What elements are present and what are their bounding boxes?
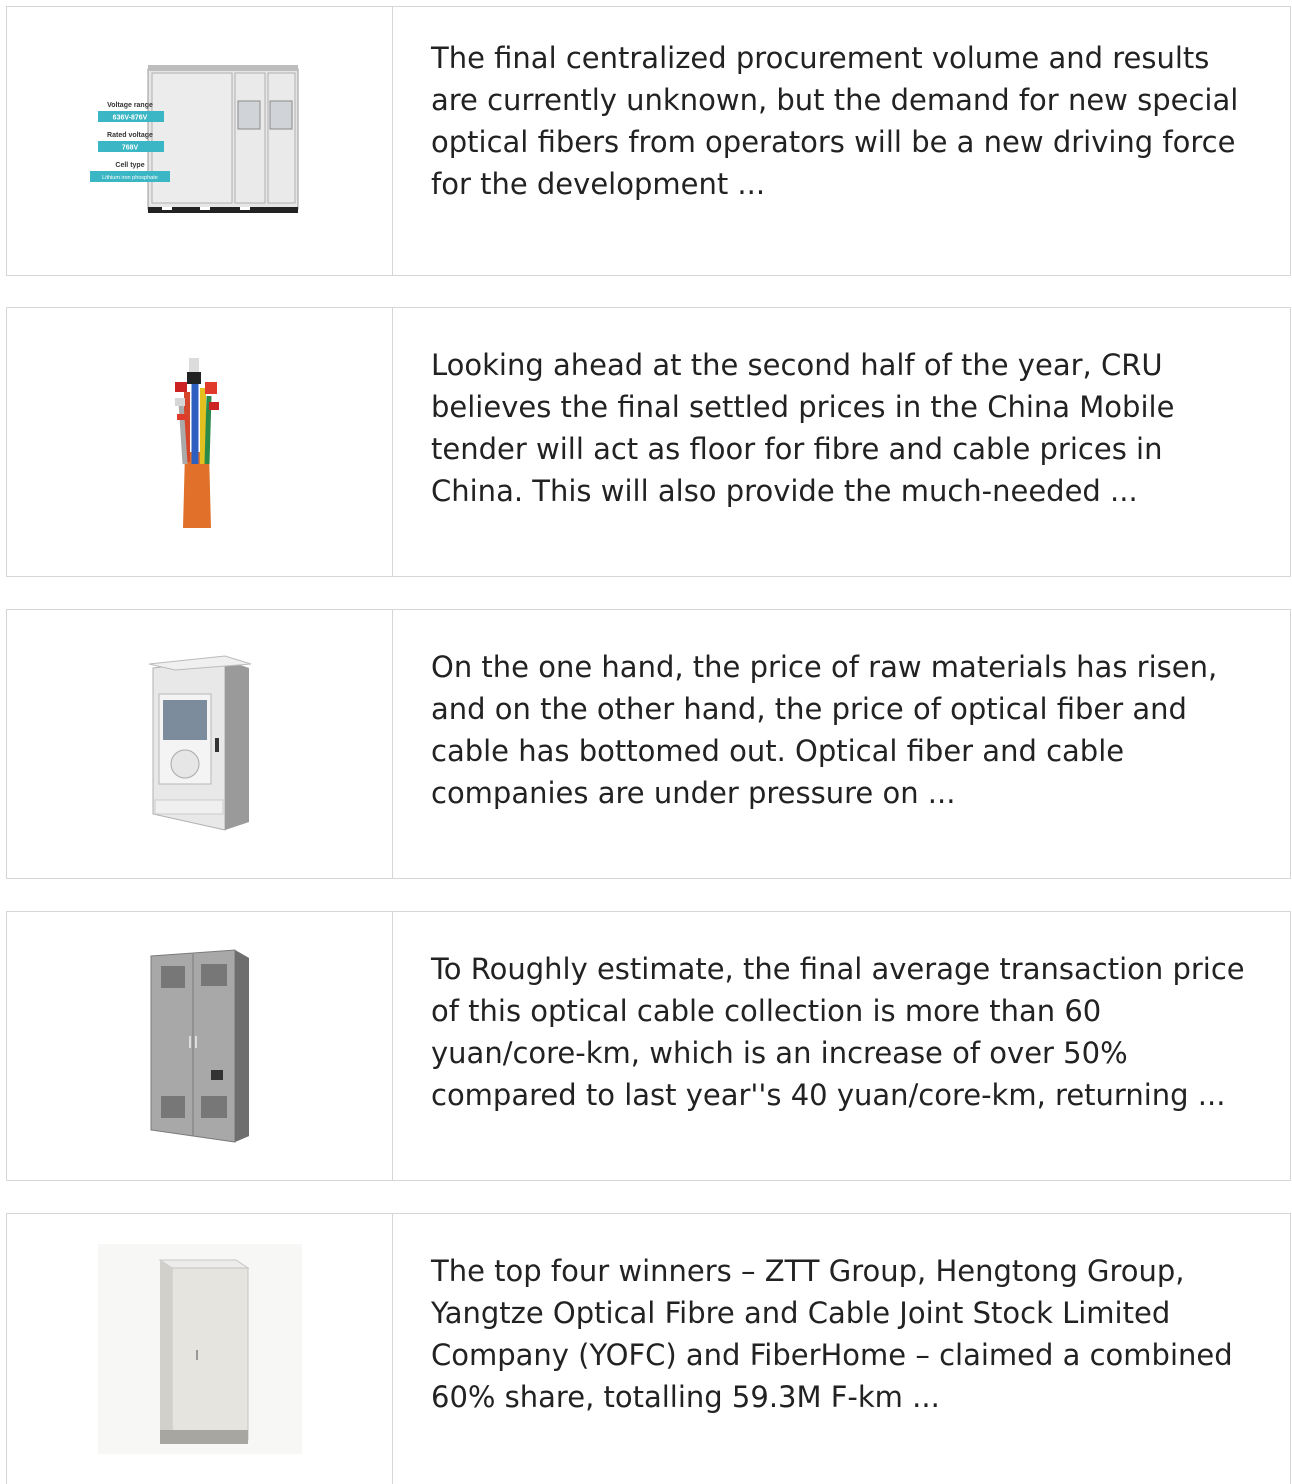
article-excerpt[interactable]: To Roughly estimate, the final average t… [393, 912, 1290, 1180]
article-card[interactable]: To Roughly estimate, the final average t… [6, 911, 1291, 1181]
voltage-range-label: Voltage range [107, 102, 153, 109]
article-thumbnail[interactable] [7, 912, 393, 1180]
article-thumbnail[interactable]: Voltage range 636V-876V Rated voltage 76… [7, 7, 393, 275]
double-door-cabinet-image [150, 949, 249, 1143]
rated-voltage-label: Rated voltage [107, 132, 153, 139]
voltage-range-value: 636V-876V [112, 115, 147, 122]
cable-bundle-image [174, 358, 219, 528]
battery-cabinet-image: Voltage range 636V-876V Rated voltage 76… [89, 65, 298, 213]
article-thumbnail[interactable] [7, 1214, 393, 1484]
article-excerpt[interactable]: Looking ahead at the second half of the … [393, 308, 1290, 576]
cell-type-label: Cell type [115, 162, 144, 169]
outdoor-cabinet-with-ac-image [148, 655, 251, 831]
article-card[interactable]: The top four winners – ZTT Group, Hengto… [6, 1213, 1291, 1484]
article-card[interactable]: Looking ahead at the second half of the … [6, 307, 1291, 577]
article-thumbnail[interactable] [7, 308, 393, 576]
article-excerpt[interactable]: On the one hand, the price of raw materi… [393, 610, 1290, 878]
article-thumbnail[interactable] [7, 610, 393, 878]
article-excerpt[interactable]: The top four winners – ZTT Group, Hengto… [393, 1214, 1290, 1484]
rated-voltage-value: 768V [121, 145, 138, 152]
cell-type-value: Lithium iron phosphate [102, 175, 158, 181]
article-card[interactable]: On the one hand, the price of raw materi… [6, 609, 1291, 879]
article-excerpt[interactable]: The final centralized procurement volume… [393, 7, 1290, 275]
single-door-cabinet-image [97, 1244, 302, 1454]
article-card[interactable]: Voltage range 636V-876V Rated voltage 76… [6, 6, 1291, 276]
